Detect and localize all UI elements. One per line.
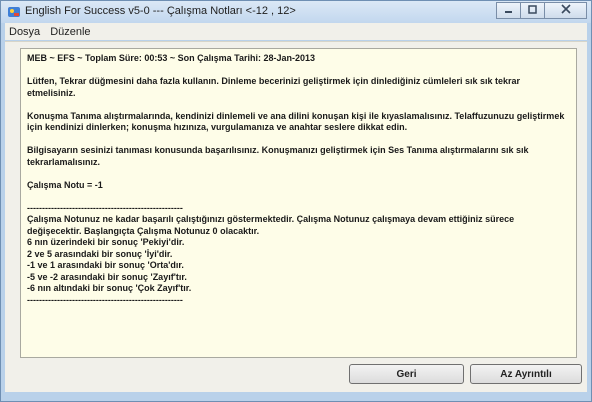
close-button[interactable] bbox=[544, 2, 587, 19]
report-paragraph: Lütfen, Tekrar düğmesini daha fazla kull… bbox=[27, 76, 520, 98]
report-header: MEB ~ EFS ~ Toplam Süre: 00:53 ~ Son Çal… bbox=[27, 53, 316, 63]
menu-bar: Dosya Düzenle bbox=[5, 23, 587, 40]
app-window: English For Success v5-0 --- Çalışma Not… bbox=[0, 0, 592, 402]
back-button[interactable]: Geri bbox=[349, 364, 464, 384]
grade-scale-item: -6 nın altındaki bir sonuç 'Çok Zayıf'tı… bbox=[27, 283, 192, 293]
menu-file[interactable]: Dosya bbox=[5, 26, 44, 38]
separator-line: ----------------------------------------… bbox=[27, 202, 183, 213]
less-detail-button[interactable]: Az Ayrıntılı bbox=[470, 364, 582, 384]
report-paragraph: Konuşma Tanıma alıştırmalarında, kendini… bbox=[27, 110, 565, 133]
minimize-button[interactable] bbox=[496, 2, 521, 19]
app-icon[interactable] bbox=[7, 5, 21, 19]
window-controls bbox=[496, 2, 587, 20]
grade-scale-item: 2 ve 5 arasındaki bir sonuç 'İyi'dir. bbox=[27, 248, 173, 259]
title-bar[interactable]: English For Success v5-0 --- Çalışma Not… bbox=[1, 1, 591, 23]
grade-scale-item: 6 nın üzerindeki bir sonuç 'Pekiyi'dir. bbox=[27, 237, 185, 247]
report-text-panel[interactable]: MEB ~ EFS ~ Toplam Süre: 00:53 ~ Son Çal… bbox=[20, 48, 577, 358]
content-area: MEB ~ EFS ~ Toplam Süre: 00:53 ~ Son Çal… bbox=[5, 41, 587, 392]
separator-line: ----------------------------------------… bbox=[27, 294, 183, 305]
grade-scale-item: -1 ve 1 arasındaki bir sonuç 'Orta'dır. bbox=[27, 260, 184, 270]
maximize-icon bbox=[528, 4, 537, 17]
window-title: English For Success v5-0 --- Çalışma Not… bbox=[25, 5, 296, 17]
report-paragraph: Çalışma Notunuz ne kadar başarılı çalışt… bbox=[27, 214, 515, 236]
close-icon bbox=[560, 4, 571, 17]
menu-edit[interactable]: Düzenle bbox=[46, 26, 94, 38]
minimize-icon bbox=[504, 5, 513, 17]
report-paragraph: Bilgisayarın sesinizi tanıması konusunda… bbox=[27, 145, 529, 167]
study-grade: Çalışma Notu = -1 bbox=[27, 179, 103, 190]
grade-scale-item: -5 ve -2 arasındaki bir sonuç 'Zayıf'tır… bbox=[27, 271, 187, 282]
maximize-button[interactable] bbox=[520, 2, 545, 19]
